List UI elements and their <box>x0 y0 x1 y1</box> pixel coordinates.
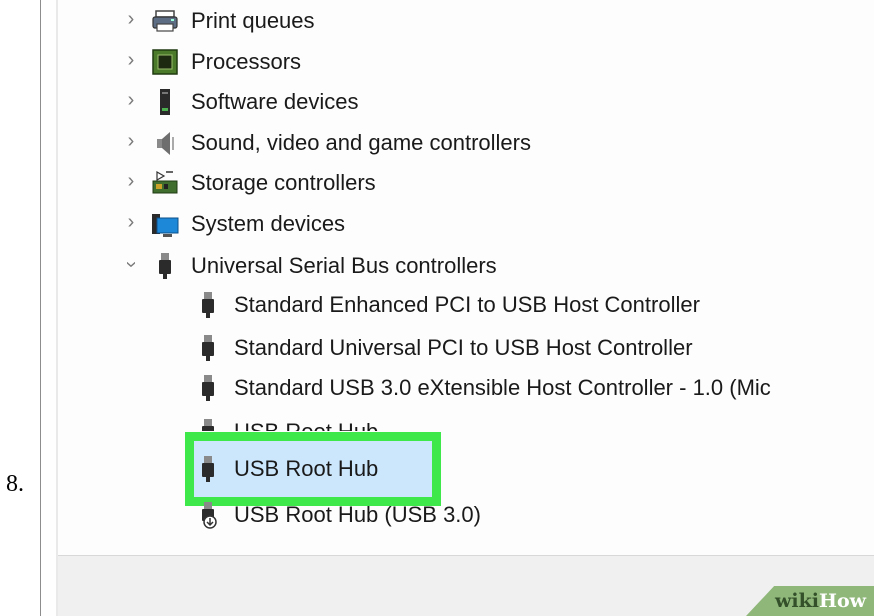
expand-chevron-icon[interactable]: › <box>120 8 142 31</box>
usb-icon <box>151 252 179 280</box>
tree-item-label: Standard USB 3.0 eXtensible Host Control… <box>234 375 771 400</box>
tree-item-system-devices[interactable]: System devices <box>151 206 345 242</box>
tree-item-label: Standard Enhanced PCI to USB Host Contro… <box>234 292 700 317</box>
tree-item-label: USB Root Hub <box>234 419 378 431</box>
tree-item-software-devices[interactable]: Software devices <box>151 84 359 120</box>
system-devices-icon <box>151 210 179 238</box>
step-number: 8. <box>6 471 24 497</box>
tree-item-label: Standard Universal PCI to USB Host Contr… <box>234 335 693 360</box>
usb-icon <box>194 291 222 319</box>
tree-item-label: USB Root Hub (USB 3.0) <box>234 502 481 527</box>
collapse-chevron-icon[interactable]: › <box>120 254 143 276</box>
tree-item-usb-root-hub-selected[interactable]: USB Root Hub <box>194 451 378 487</box>
tree-item-sound-video-game[interactable]: Sound, video and game controllers <box>151 125 531 161</box>
tree-item-label: Universal Serial Bus controllers <box>191 253 497 278</box>
tree-item-label: Storage controllers <box>191 170 376 195</box>
software-device-icon <box>151 88 179 116</box>
speaker-icon <box>151 129 179 157</box>
storage-controller-icon <box>151 169 179 197</box>
processor-icon <box>151 48 179 76</box>
tree-item-print-queues[interactable]: Print queues <box>151 3 315 39</box>
tree-item-usb-child[interactable]: USB Root Hub <box>194 414 378 431</box>
tree-item-storage-controllers[interactable]: Storage controllers <box>151 165 376 201</box>
expand-chevron-icon[interactable]: › <box>120 170 142 193</box>
tree-item-usb-child[interactable]: Standard Enhanced PCI to USB Host Contro… <box>194 287 700 323</box>
watermark-text-how: How <box>819 590 866 612</box>
tree-item-usb-child[interactable]: Standard Universal PCI to USB Host Contr… <box>194 330 693 366</box>
expand-chevron-icon[interactable]: › <box>120 49 142 72</box>
tree-item-usb-child[interactable]: Standard USB 3.0 eXtensible Host Control… <box>194 370 771 406</box>
expand-chevron-icon[interactable]: › <box>120 130 142 153</box>
usb-icon <box>194 374 222 402</box>
tree-item-label: Processors <box>191 49 302 74</box>
tree-item-label: USB Root Hub <box>234 456 379 481</box>
expand-chevron-icon[interactable]: › <box>120 211 142 234</box>
usb-disabled-icon <box>194 501 222 529</box>
printer-icon <box>151 7 179 35</box>
tree-item-label: Sound, video and game controllers <box>191 130 531 155</box>
tree-item-usb-child-hidden-clip: USB Root Hub <box>194 414 494 431</box>
usb-icon <box>194 334 222 362</box>
device-tree-pane: › Print queues › Processors › Software d… <box>56 0 874 616</box>
expand-chevron-icon[interactable]: › <box>120 89 142 112</box>
usb-icon <box>194 418 222 431</box>
tree-item-processors[interactable]: Processors <box>151 44 301 80</box>
usb-icon <box>194 455 222 483</box>
tree-item-label: Print queues <box>191 8 315 33</box>
tree-item-label: Software devices <box>191 89 359 114</box>
tree-item-usb-child[interactable]: USB Root Hub (USB 3.0) <box>194 497 481 533</box>
watermark-text-wiki: wiki <box>775 590 820 612</box>
tree-item-label: System devices <box>191 211 346 236</box>
tree-item-usb-controllers[interactable]: Universal Serial Bus controllers <box>151 248 497 284</box>
status-bar <box>58 555 874 616</box>
device-manager-window: › Print queues › Processors › Software d… <box>40 0 874 616</box>
